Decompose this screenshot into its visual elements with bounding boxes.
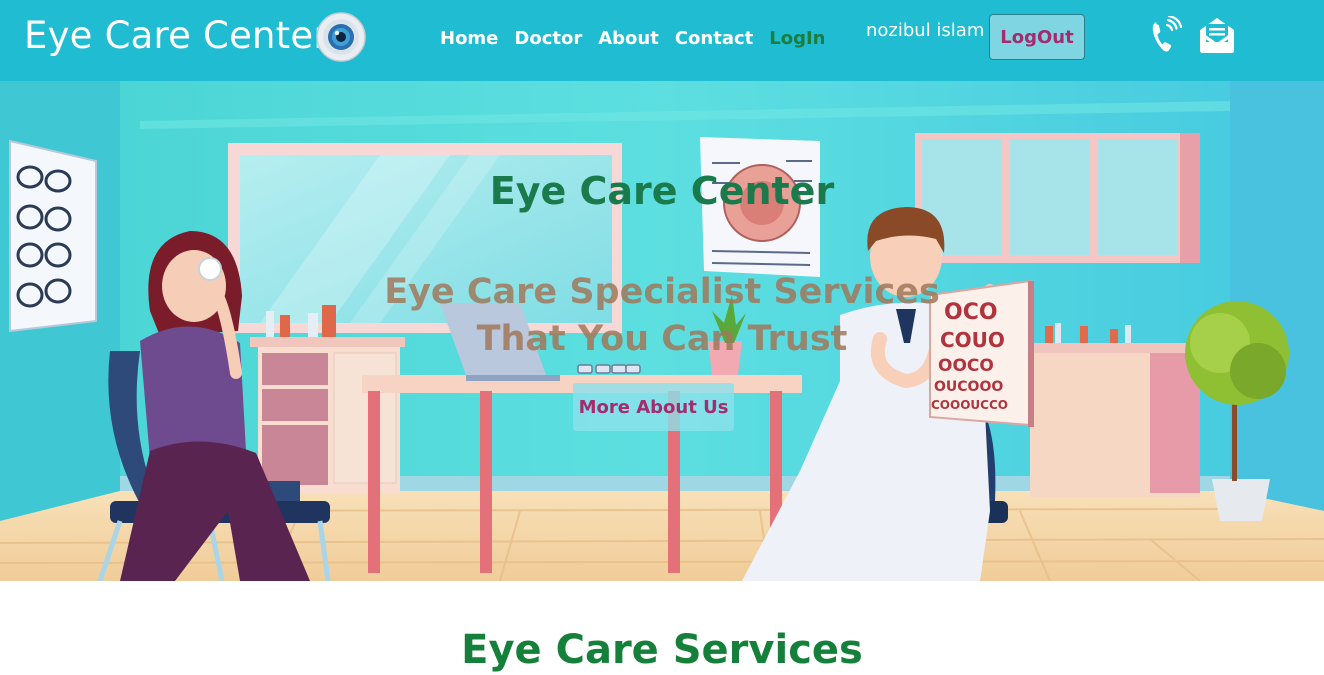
nav-login[interactable]: LogIn [769, 27, 825, 51]
hero-subtitle: Eye Care Specialist Services That You Ca… [384, 272, 940, 359]
username-label: nozibul islam [866, 20, 985, 41]
logout-button[interactable]: LogOut [989, 14, 1085, 60]
eye-chart-row-4: OUCOOO [934, 379, 1003, 395]
navbar: Eye Care Center Home Doctor About Contac… [0, 0, 1324, 81]
phone-icon[interactable] [1150, 16, 1182, 54]
hero-title: Eye Care Center [489, 169, 835, 213]
services-heading: Eye Care Services [461, 627, 863, 673]
nav-doctor[interactable]: Doctor [514, 27, 582, 51]
eye-chart-row-5: COOOUCCO [931, 398, 1008, 412]
main-nav: Home Doctor About Contact LogIn [440, 27, 842, 51]
mail-icon[interactable] [1197, 15, 1237, 55]
nav-home[interactable]: Home [440, 27, 498, 51]
nav-about[interactable]: About [598, 27, 659, 51]
more-about-us-button[interactable]: More About Us [573, 383, 734, 431]
eye-logo-icon[interactable] [316, 12, 366, 62]
brand-title[interactable]: Eye Care Center [24, 12, 329, 60]
nav-contact[interactable]: Contact [675, 27, 753, 51]
hero-banner: OCO COUO OOCO OUCOOO COOOUCCO Eye Care C… [0, 81, 1324, 581]
